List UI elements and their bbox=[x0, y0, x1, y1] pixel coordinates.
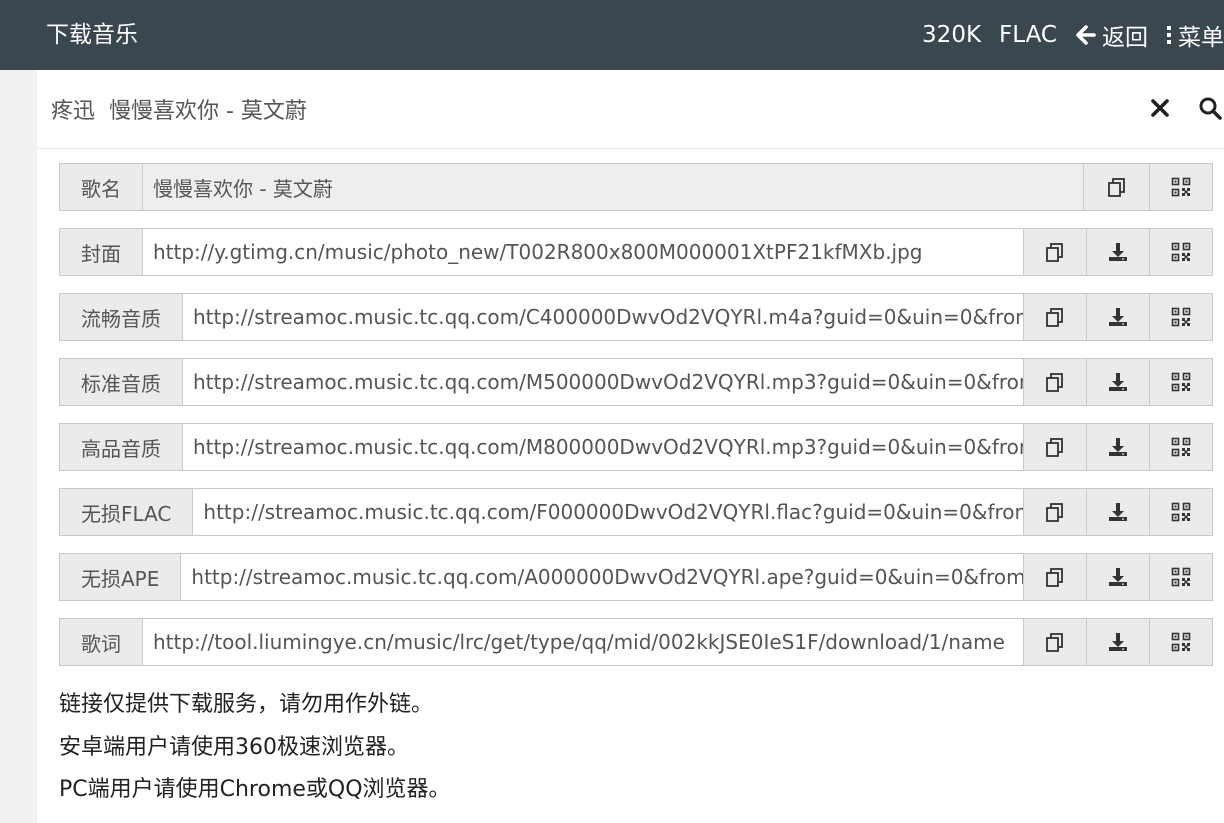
download-icon bbox=[1109, 633, 1127, 651]
ellipsis-vertical-icon bbox=[1167, 26, 1171, 44]
qrcode-button[interactable] bbox=[1149, 554, 1212, 600]
download-button[interactable] bbox=[1086, 489, 1149, 535]
copy-icon bbox=[1046, 633, 1063, 652]
top-nav: 320K FLAC 返回 菜单 bbox=[904, 18, 1224, 52]
standard-quality-row: 标准音质 http://streamoc.music.tc.qq.com/M50… bbox=[59, 358, 1213, 406]
row-value[interactable]: http://streamoc.music.tc.qq.com/A000000D… bbox=[181, 554, 1023, 600]
note-line: PC端用户请使用Chrome或QQ浏览器。 bbox=[59, 777, 451, 802]
copy-icon bbox=[1046, 503, 1063, 522]
close-icon bbox=[1151, 99, 1169, 117]
qrcode-button[interactable] bbox=[1149, 229, 1212, 275]
qrcode-icon bbox=[1171, 177, 1191, 197]
row-label: 歌词 bbox=[60, 619, 143, 665]
qrcode-button[interactable] bbox=[1149, 619, 1212, 665]
download-button[interactable] bbox=[1086, 554, 1149, 600]
back-label: 返回 bbox=[1102, 25, 1148, 51]
row-label: 无损APE bbox=[60, 554, 182, 600]
copy-button[interactable] bbox=[1023, 424, 1086, 470]
top-bar: 下载音乐 320K FLAC 返回 菜单 bbox=[0, 0, 1224, 70]
arrow-left-icon bbox=[1076, 25, 1096, 45]
copy-button[interactable] bbox=[1083, 164, 1149, 210]
row-label: 歌名 bbox=[60, 164, 143, 210]
search-bar bbox=[37, 70, 1224, 149]
download-button[interactable] bbox=[1086, 359, 1149, 405]
search-button[interactable] bbox=[1198, 96, 1222, 124]
copy-button[interactable] bbox=[1023, 359, 1086, 405]
menu-link[interactable]: 菜单 bbox=[1166, 18, 1224, 52]
lyrics-row: 歌词 http://tool.liumingye.cn/music/lrc/ge… bbox=[59, 618, 1213, 666]
row-value[interactable]: http://tool.liumingye.cn/music/lrc/get/t… bbox=[143, 619, 1023, 665]
copy-icon bbox=[1107, 178, 1125, 197]
result-panel: 歌名 慢慢喜欢你 - 莫文蔚 封面 http://y.gtimg.cn/musi… bbox=[37, 70, 1224, 823]
copy-button[interactable] bbox=[1023, 554, 1086, 600]
copy-button[interactable] bbox=[1023, 294, 1086, 340]
row-value[interactable]: 慢慢喜欢你 - 莫文蔚 bbox=[143, 164, 1083, 210]
row-value[interactable]: http://streamoc.music.tc.qq.com/F000000D… bbox=[193, 489, 1023, 535]
qrcode-icon bbox=[1171, 437, 1191, 457]
cover-row: 封面 http://y.gtimg.cn/music/photo_new/T00… bbox=[59, 228, 1213, 276]
smooth-quality-row: 流畅音质 http://streamoc.music.tc.qq.com/C40… bbox=[59, 293, 1213, 341]
high-quality-row: 高品音质 http://streamoc.music.tc.qq.com/M80… bbox=[59, 423, 1213, 471]
copy-button[interactable] bbox=[1023, 619, 1086, 665]
row-value[interactable]: http://streamoc.music.tc.qq.com/C400000D… bbox=[183, 294, 1023, 340]
qrcode-icon bbox=[1171, 632, 1191, 652]
quality-flac-link[interactable]: FLAC bbox=[999, 22, 1057, 48]
app-title[interactable]: 下载音乐 bbox=[46, 18, 138, 52]
row-label: 高品音质 bbox=[60, 424, 183, 470]
search-icon bbox=[1199, 97, 1222, 120]
download-button[interactable] bbox=[1086, 619, 1149, 665]
download-icon bbox=[1109, 568, 1127, 586]
note-line: 安卓端用户请使用360极速浏览器。 bbox=[59, 734, 409, 760]
search-input[interactable] bbox=[51, 90, 1131, 128]
lossless-flac-row: 无损FLAC http://streamoc.music.tc.qq.com/F… bbox=[59, 488, 1213, 536]
copy-icon bbox=[1046, 568, 1063, 587]
lossless-ape-row: 无损APE http://streamoc.music.tc.qq.com/A0… bbox=[59, 553, 1213, 601]
copy-button[interactable] bbox=[1023, 229, 1086, 275]
menu-label: 菜单 bbox=[1178, 25, 1224, 51]
download-icon bbox=[1109, 243, 1127, 261]
row-value[interactable]: http://streamoc.music.tc.qq.com/M800000D… bbox=[183, 424, 1023, 470]
qrcode-icon bbox=[1171, 567, 1191, 587]
copy-button[interactable] bbox=[1023, 489, 1086, 535]
download-button[interactable] bbox=[1086, 424, 1149, 470]
qrcode-button[interactable] bbox=[1149, 164, 1212, 210]
download-icon bbox=[1109, 308, 1127, 326]
copy-icon bbox=[1046, 243, 1063, 262]
row-value[interactable]: http://streamoc.music.tc.qq.com/M500000D… bbox=[183, 359, 1023, 405]
copy-icon bbox=[1046, 373, 1063, 392]
qrcode-button[interactable] bbox=[1149, 294, 1212, 340]
quality-320k-link[interactable]: 320K bbox=[922, 22, 981, 48]
row-label: 标准音质 bbox=[60, 359, 183, 405]
copy-icon bbox=[1046, 438, 1063, 457]
usage-notes: 链接仅提供下载服务，请勿用作外链。 安卓端用户请使用360极速浏览器。 PC端用… bbox=[59, 684, 451, 812]
download-button[interactable] bbox=[1086, 294, 1149, 340]
download-icon bbox=[1109, 438, 1127, 456]
song-name-row: 歌名 慢慢喜欢你 - 莫文蔚 bbox=[59, 163, 1213, 211]
qrcode-button[interactable] bbox=[1149, 424, 1212, 470]
back-link[interactable]: 返回 bbox=[1075, 18, 1148, 52]
row-label: 封面 bbox=[60, 229, 143, 275]
qrcode-icon bbox=[1171, 242, 1191, 262]
clear-button[interactable] bbox=[1151, 96, 1169, 124]
qrcode-button[interactable] bbox=[1149, 489, 1212, 535]
copy-icon bbox=[1046, 308, 1063, 327]
row-label: 流畅音质 bbox=[60, 294, 183, 340]
row-value[interactable]: http://y.gtimg.cn/music/photo_new/T002R8… bbox=[143, 229, 1023, 275]
download-button[interactable] bbox=[1086, 229, 1149, 275]
qrcode-icon bbox=[1171, 307, 1191, 327]
download-icon bbox=[1109, 503, 1127, 521]
qrcode-button[interactable] bbox=[1149, 359, 1212, 405]
qrcode-icon bbox=[1171, 502, 1191, 522]
link-list: 歌名 慢慢喜欢你 - 莫文蔚 封面 http://y.gtimg.cn/musi… bbox=[59, 163, 1213, 683]
qrcode-icon bbox=[1171, 372, 1191, 392]
download-icon bbox=[1109, 373, 1127, 391]
note-line: 链接仅提供下载服务，请勿用作外链。 bbox=[59, 692, 434, 717]
row-label: 无损FLAC bbox=[60, 489, 194, 535]
